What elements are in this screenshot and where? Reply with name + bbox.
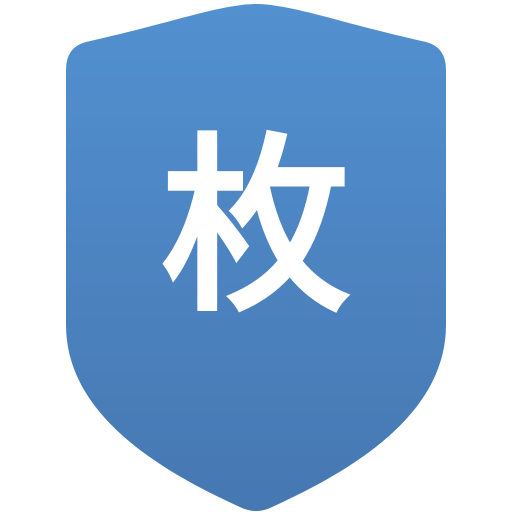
app-icon: 枚 bbox=[0, 0, 512, 512]
shield-glyph: 枚 bbox=[160, 117, 351, 338]
